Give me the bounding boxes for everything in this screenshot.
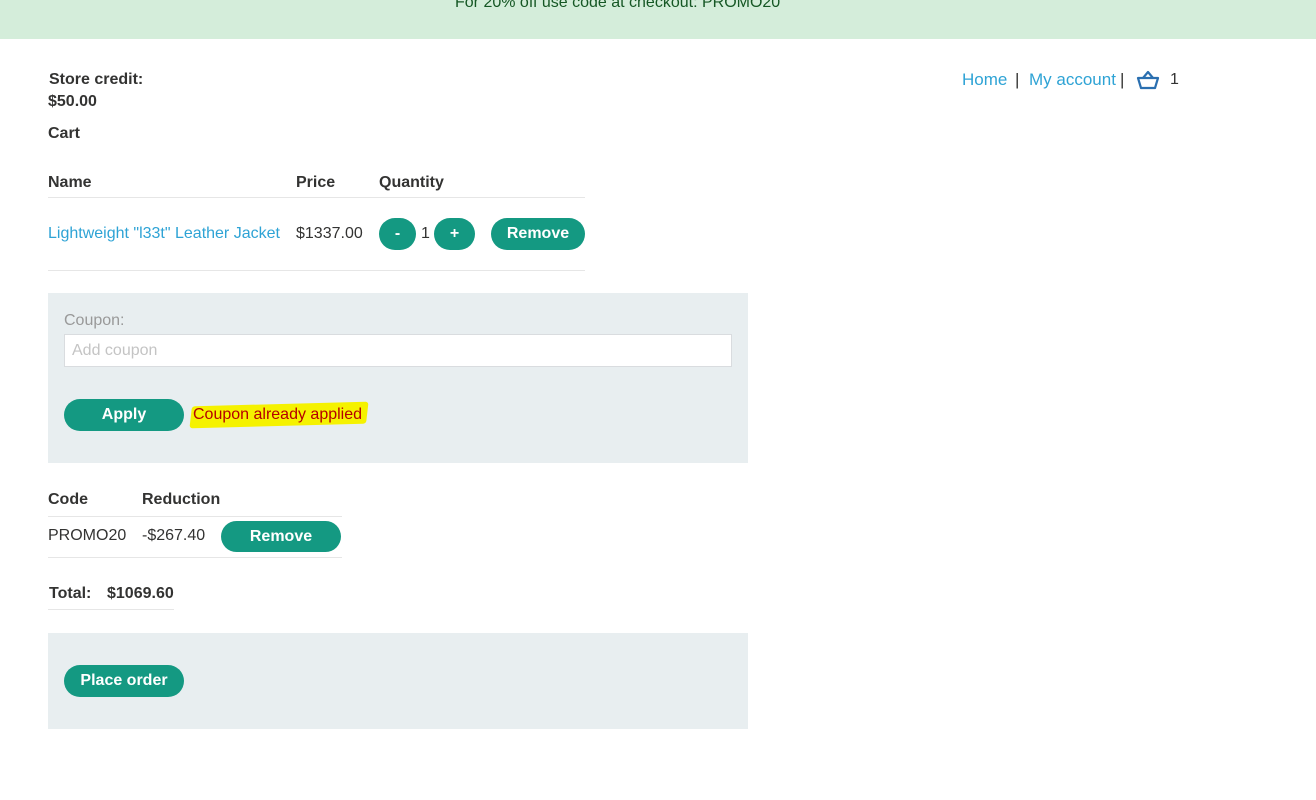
coupon-panel (48, 293, 748, 463)
quantity-increment-button[interactable]: + (434, 218, 475, 250)
column-header-quantity: Quantity (379, 174, 444, 191)
apply-coupon-button[interactable]: Apply (64, 399, 184, 431)
promo-banner-text: For 20% off use code at checkout: PROMO2… (455, 0, 781, 11)
cart-count: 1 (1170, 71, 1179, 88)
table-divider (48, 516, 342, 517)
total-value: $1069.60 (107, 585, 174, 602)
table-divider (48, 197, 585, 198)
nav-my-account-link[interactable]: My account (1029, 70, 1116, 90)
column-header-price: Price (296, 174, 336, 191)
product-name-link[interactable]: Lightweight "l33t" Leather Jacket (48, 225, 280, 243)
column-header-reduction: Reduction (142, 491, 221, 508)
table-divider (48, 270, 585, 271)
table-divider (48, 557, 342, 558)
cart-heading: Cart (48, 125, 81, 142)
quantity-value: 1 (421, 225, 430, 242)
coupon-reduction: -$267.40 (142, 527, 206, 544)
store-credit-value: $50.00 (48, 93, 97, 110)
nav-separator: | (1120, 70, 1125, 89)
column-header-name: Name (48, 174, 92, 191)
remove-coupon-button[interactable]: Remove (221, 521, 341, 552)
coupon-error-message: Coupon already applied (193, 406, 363, 423)
nav-separator: | (1015, 70, 1020, 89)
store-credit-label: Store credit: (49, 71, 144, 88)
product-price: $1337.00 (296, 225, 363, 242)
basket-icon[interactable] (1136, 70, 1160, 90)
promo-banner: For 20% off use code at checkout: PROMO2… (0, 0, 1316, 39)
coupon-input[interactable] (64, 334, 732, 367)
quantity-decrement-button[interactable]: - (379, 218, 416, 250)
place-order-button[interactable]: Place order (64, 665, 184, 697)
remove-item-button[interactable]: Remove (491, 218, 585, 250)
nav-home-link[interactable]: Home (962, 70, 1007, 90)
coupon-code: PROMO20 (48, 527, 127, 544)
total-label: Total: (49, 585, 92, 602)
coupon-label: Coupon: (64, 312, 125, 329)
table-divider (48, 609, 174, 610)
column-header-code: Code (48, 491, 88, 508)
